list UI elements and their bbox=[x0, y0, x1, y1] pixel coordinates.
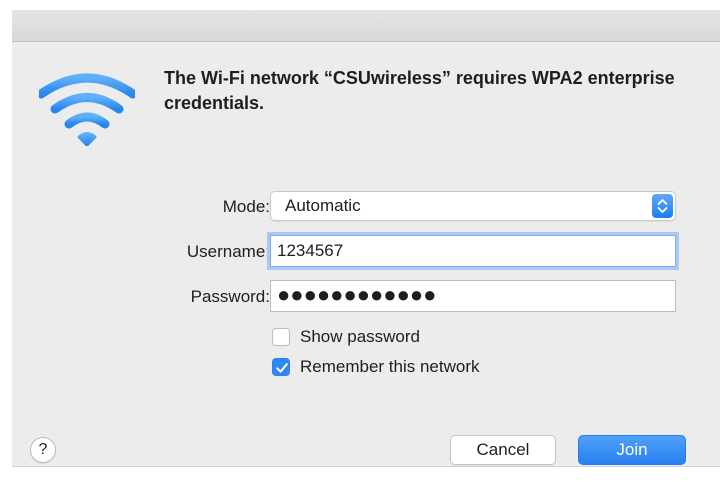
show-password-checkbox[interactable] bbox=[272, 328, 290, 346]
username-label: Username: bbox=[186, 242, 270, 261]
join-button[interactable]: Join bbox=[578, 435, 686, 465]
password-field[interactable]: ●●●●●●●●●●●● bbox=[270, 280, 676, 312]
wifi-icon bbox=[39, 73, 135, 146]
show-password-label: Show password bbox=[300, 327, 421, 346]
mode-popup[interactable]: Automatic bbox=[270, 191, 676, 221]
password-label: Password: bbox=[190, 287, 270, 306]
dialog-headline: The Wi-Fi network “CSUwireless” requires… bbox=[164, 68, 675, 113]
cancel-button[interactable]: Cancel bbox=[450, 435, 556, 465]
username-value: 1234567 bbox=[277, 241, 344, 260]
username-field[interactable]: 1234567 bbox=[270, 235, 676, 267]
checkmark-icon bbox=[276, 363, 288, 373]
mode-label: Mode: bbox=[222, 197, 270, 216]
chevron-up-down-icon bbox=[652, 194, 673, 218]
remember-network-checkbox[interactable] bbox=[272, 358, 290, 376]
password-masked-value: ●●●●●●●●●●●● bbox=[277, 282, 437, 307]
mode-popup-value: Automatic bbox=[285, 196, 361, 215]
remember-network-label: Remember this network bbox=[300, 357, 480, 376]
sheet-title-bar bbox=[12, 10, 720, 42]
help-button[interactable]: ? bbox=[30, 437, 56, 463]
